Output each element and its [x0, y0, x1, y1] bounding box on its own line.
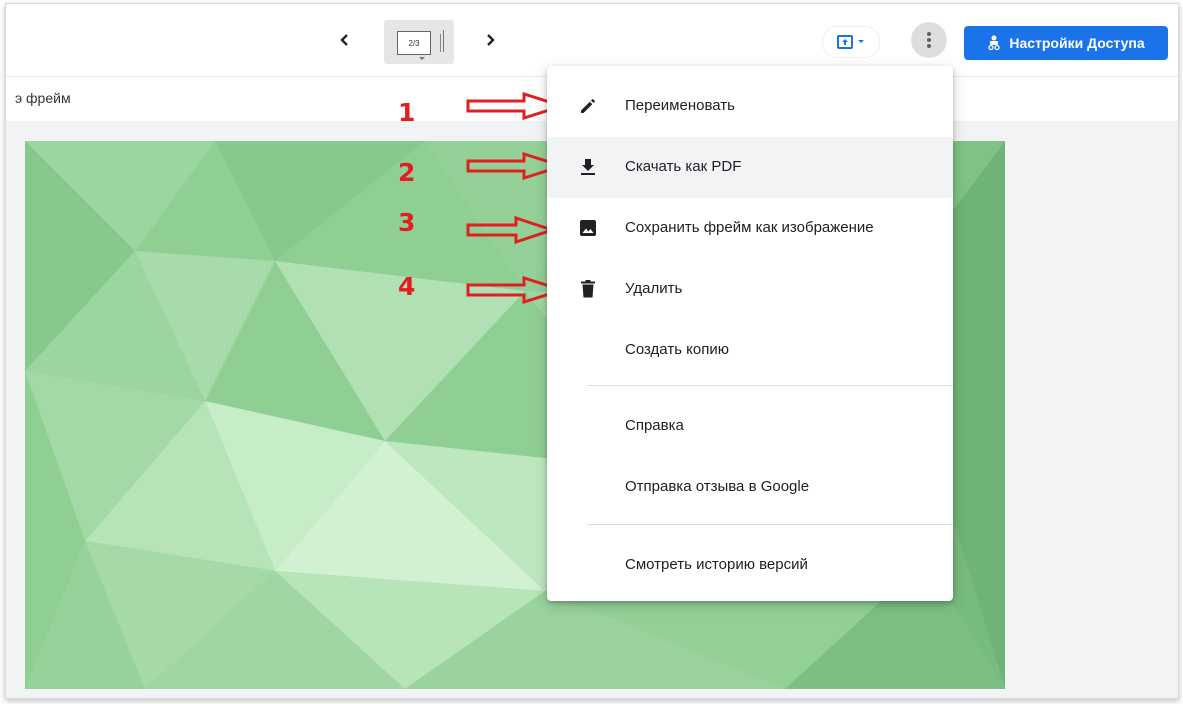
menu-item-help[interactable]: Справка: [547, 396, 953, 457]
menu-item-label: Создать копию: [625, 341, 729, 358]
annotation-number-4: 4: [398, 272, 416, 301]
menu-item-save-image[interactable]: Сохранить фрейм как изображение: [547, 198, 953, 259]
menu-item-label: Отправка отзыва в Google: [625, 478, 810, 495]
caret-down-icon: [419, 57, 425, 60]
frame-title[interactable]: э фрейм: [15, 90, 71, 106]
menu-item-version-history[interactable]: Смотреть историю версий: [547, 535, 953, 596]
menu-item-feedback[interactable]: Отправка отзыва в Google: [547, 457, 953, 518]
more-options-button[interactable]: [911, 22, 947, 58]
menu-divider: [587, 385, 953, 386]
chevron-right-icon: [487, 34, 495, 46]
caret-down-icon: [858, 40, 864, 43]
menu-item-rename[interactable]: Переименовать: [547, 76, 953, 137]
share-button[interactable]: Настройки Доступа: [964, 26, 1168, 60]
previous-frame-button[interactable]: [333, 28, 357, 52]
image-icon: [576, 216, 600, 240]
download-icon: [576, 155, 600, 179]
menu-item-duplicate[interactable]: Создать копию: [547, 320, 953, 381]
menu-item-label: Скачать как PDF: [625, 158, 742, 175]
annotation-number-3: 3: [398, 208, 416, 237]
page-indicator: 2/3: [397, 31, 431, 55]
people-icon: [988, 35, 1000, 51]
present-button[interactable]: [822, 26, 880, 58]
annotation-arrow-3: [466, 216, 556, 244]
menu-item-label: Смотреть историю версий: [625, 556, 808, 573]
kebab-menu-icon: [927, 32, 931, 48]
chevron-left-icon: [340, 34, 348, 46]
trash-icon: [576, 277, 600, 301]
present-icon: [837, 35, 853, 49]
menu-divider: [587, 524, 953, 525]
menu-item-label: Справка: [625, 417, 684, 434]
menu-item-label: Сохранить фрейм как изображение: [625, 219, 874, 236]
annotation-number-2: 2: [398, 158, 416, 187]
frame-selector[interactable]: 2/3: [384, 20, 454, 64]
stacked-pages-icon: [437, 30, 444, 52]
next-frame-button[interactable]: [478, 28, 502, 52]
menu-item-download-pdf[interactable]: Скачать как PDF: [547, 137, 953, 198]
menu-item-label: Удалить: [625, 280, 683, 297]
pencil-icon: [576, 94, 600, 118]
share-button-label: Настройки Доступа: [1009, 35, 1145, 51]
menu-item-label: Переименовать: [625, 97, 735, 114]
menu-item-delete[interactable]: Удалить: [547, 259, 953, 320]
annotation-number-1: 1: [398, 98, 416, 127]
app-window: 2/3 Настройки Доступа э фрейм 1 2 3 4 Пе…: [5, 3, 1179, 699]
more-options-menu: Переименовать Скачать как PDF Сохранить …: [547, 66, 953, 601]
